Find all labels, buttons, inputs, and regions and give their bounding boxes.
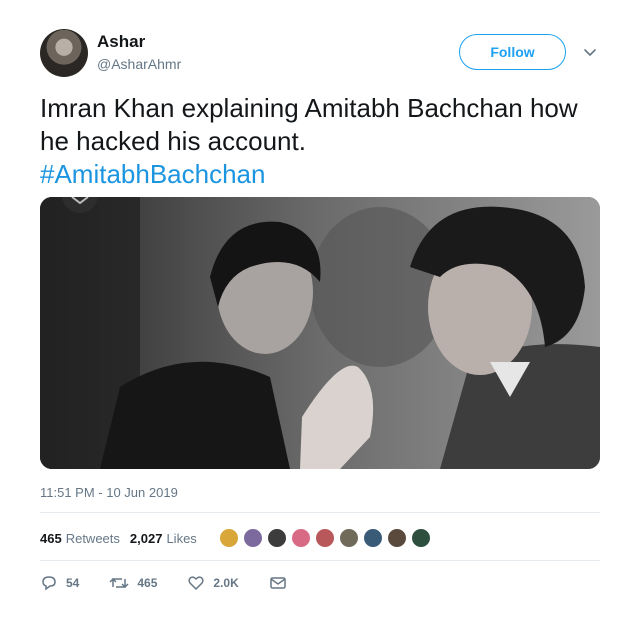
display-name[interactable]: Ashar (97, 32, 145, 52)
like-button[interactable]: 2.0K (187, 574, 239, 592)
chevron-down-icon[interactable] (582, 44, 598, 60)
liker-avatar[interactable] (290, 528, 311, 548)
liker-avatar[interactable] (242, 528, 263, 548)
hashtag-link[interactable]: #AmitabhBachchan (40, 158, 600, 191)
retweet-button[interactable]: 465 (109, 574, 157, 592)
engagement-stats: 465 Retweets 2,027 Likes (40, 524, 435, 552)
retweets-label[interactable]: Retweets (66, 531, 120, 546)
retweet-icon (109, 577, 129, 589)
tweet-text: Imran Khan explaining Amitabh Bachchan h… (40, 92, 600, 191)
retweets-count[interactable]: 465 (40, 531, 62, 546)
liker-avatar[interactable] (386, 528, 407, 548)
tweet-actions: 54 465 2.0K (40, 572, 325, 594)
liker-avatar[interactable] (314, 528, 335, 548)
retweet-count: 465 (137, 576, 158, 590)
reply-icon (42, 576, 56, 591)
likes-count[interactable]: 2,027 (130, 531, 163, 546)
tweet-timestamp[interactable]: 11:51 PM - 10 Jun 2019 (40, 485, 178, 500)
follow-button[interactable]: Follow (459, 34, 566, 70)
tweet-video[interactable] (40, 197, 600, 469)
liker-avatars (218, 528, 435, 548)
liker-avatar[interactable] (362, 528, 383, 548)
liker-avatar[interactable] (410, 528, 431, 548)
avatar[interactable] (40, 29, 88, 77)
heart-icon (188, 576, 205, 591)
user-handle[interactable]: @AsharAhmr (97, 56, 181, 72)
likes-label[interactable]: Likes (166, 531, 196, 546)
divider (40, 560, 600, 561)
envelope-icon (270, 577, 286, 589)
divider (40, 512, 600, 513)
direct-message-button[interactable] (269, 574, 295, 592)
liker-avatar[interactable] (266, 528, 287, 548)
liker-avatar[interactable] (338, 528, 359, 548)
reply-button[interactable]: 54 (40, 574, 79, 592)
liker-avatar[interactable] (218, 528, 239, 548)
reply-count: 54 (66, 576, 80, 590)
tweet-body: Imran Khan explaining Amitabh Bachchan h… (40, 93, 578, 156)
video-frame (40, 197, 600, 469)
like-count: 2.0K (213, 576, 239, 590)
